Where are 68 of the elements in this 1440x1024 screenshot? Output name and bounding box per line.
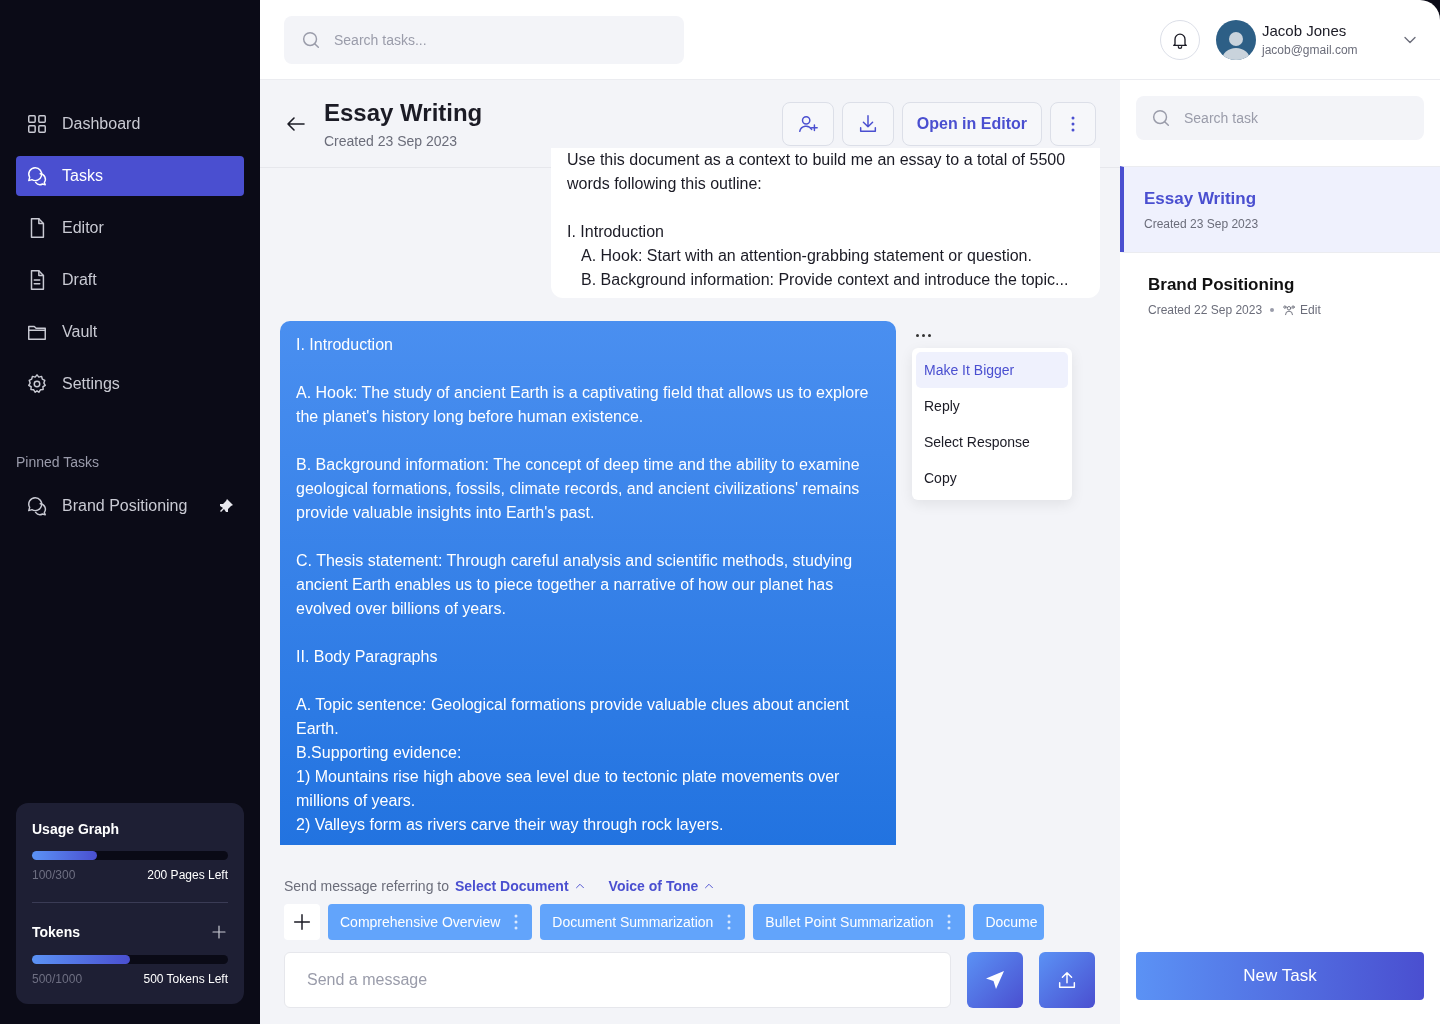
menu-item[interactable]: Reply xyxy=(916,388,1068,424)
created-date: Created 22 Sep 2023 xyxy=(1148,302,1263,317)
message-text: A. Topic sentence: Geological formations provide valuable clues about ancient Earth. xyxy=(296,695,850,739)
message-text: A. Hook: The study of ancient Earth is a captivating field that allows us to explore the planet's history long before human existence. xyxy=(296,383,870,427)
more-dots-icon[interactable] xyxy=(916,334,931,337)
chat-bubbles-icon xyxy=(26,165,48,187)
usage-count: 100/300 xyxy=(32,868,76,882)
menu-item[interactable]: Copy xyxy=(916,460,1068,496)
menu-item[interactable]: Select Response xyxy=(916,424,1068,460)
avatar[interactable] xyxy=(1216,19,1256,60)
message-text: I. Introduction xyxy=(296,335,394,355)
referring-label: Send message referring to xyxy=(284,878,449,894)
usage-title: Tokens xyxy=(32,924,80,940)
kebab-icon xyxy=(514,914,519,930)
message-text: B. Background information: Provide context and introduce the topic... xyxy=(580,270,1070,290)
upload-button[interactable] xyxy=(1039,952,1095,1008)
search-field[interactable]: Search tasks... xyxy=(284,15,684,64)
user-email: jacob@gmail.com xyxy=(1262,43,1359,57)
usage-count: 500/1000 xyxy=(32,972,83,986)
dropdown-link[interactable]: Select Document xyxy=(455,878,587,894)
usage-title: Usage Graph xyxy=(32,821,120,837)
task-item[interactable]: Essay Writing Created 23 Sep 2023 xyxy=(1120,166,1440,252)
nav-item[interactable]: Editor xyxy=(16,208,244,248)
message-text: Use this document as a context to build me an essay to a total of 5500 words following this outline: xyxy=(567,150,1067,194)
task-item[interactable]: Brand Positioning Created 22 Sep 2023 Edit xyxy=(1120,252,1440,338)
search-field[interactable]: Search task xyxy=(1136,96,1424,140)
usage-remaining: 500 Tokens Left xyxy=(143,972,228,986)
upload-icon xyxy=(1056,969,1078,991)
kebab-icon xyxy=(947,914,952,930)
chat-bubbles-icon xyxy=(26,495,48,517)
nav-item[interactable]: Vault xyxy=(16,312,244,352)
user-name: Jacob Jones xyxy=(1262,22,1348,39)
created-date: Created 23 Sep 2023 xyxy=(1144,216,1259,231)
nav-item[interactable]: Settings xyxy=(16,364,244,404)
usage-remaining: 200 Pages Left xyxy=(147,868,228,882)
pinned-task[interactable]: Brand Positioning xyxy=(16,486,244,526)
new-task-button[interactable]: New Task xyxy=(1136,952,1424,1000)
send-button[interactable] xyxy=(967,952,1023,1008)
search-field[interactable]: Search task xyxy=(1184,96,1410,140)
message-text: A. Hook: Start with an attention-grabbing statement or question. xyxy=(580,246,1033,266)
add-button[interactable] xyxy=(284,904,320,940)
menu-item[interactable]: Make It Bigger xyxy=(916,352,1068,388)
created-date: Created 23 Sep 2023 xyxy=(324,132,459,149)
add-user-icon xyxy=(796,113,819,135)
add-user-button[interactable] xyxy=(781,102,834,146)
kebab-icon xyxy=(727,914,732,930)
download-button[interactable] xyxy=(841,102,894,146)
message-text: 1) Mountains rise high above sea level due to tectonic plate movements over millions of years. xyxy=(296,767,841,811)
nav-item[interactable]: Dashboard xyxy=(16,104,244,144)
message-text: B. Background information: The concept of deep time and the ability to examine geological formations, fossils, climate records, and ancient civilizations' remains provide valuable insights into Earth's past. xyxy=(296,455,861,523)
grid-icon xyxy=(26,113,48,135)
message-text: I. Introduction xyxy=(567,222,665,242)
section-heading: Pinned Tasks xyxy=(16,454,100,470)
kebab-icon xyxy=(1071,116,1075,132)
nav-item[interactable]: Tasks xyxy=(16,156,244,196)
message-text: C. Thesis statement: Through careful analysis and scientific methods, studying ancient Earth enables us to piece together a narrative of how our planet has evolved over billions of years. xyxy=(296,551,854,619)
search-icon xyxy=(1150,107,1172,129)
message-text: 2) Valleys form as rivers carve their way through rock layers. xyxy=(296,815,725,835)
dropdown-link[interactable]: Voice of Tone xyxy=(608,878,717,894)
edit-link[interactable]: Edit xyxy=(1282,302,1321,317)
nav-item[interactable]: Draft xyxy=(16,260,244,300)
message-text: B.Supporting evidence: xyxy=(296,743,463,763)
settings-icon xyxy=(26,373,48,395)
open-in-editor-button[interactable]: Open in Editor xyxy=(901,102,1042,146)
plus-icon xyxy=(291,911,313,933)
people-icon xyxy=(1282,302,1297,317)
task-title: Essay Writing xyxy=(324,98,484,127)
message-text: II. Body Paragraphs xyxy=(296,647,439,667)
